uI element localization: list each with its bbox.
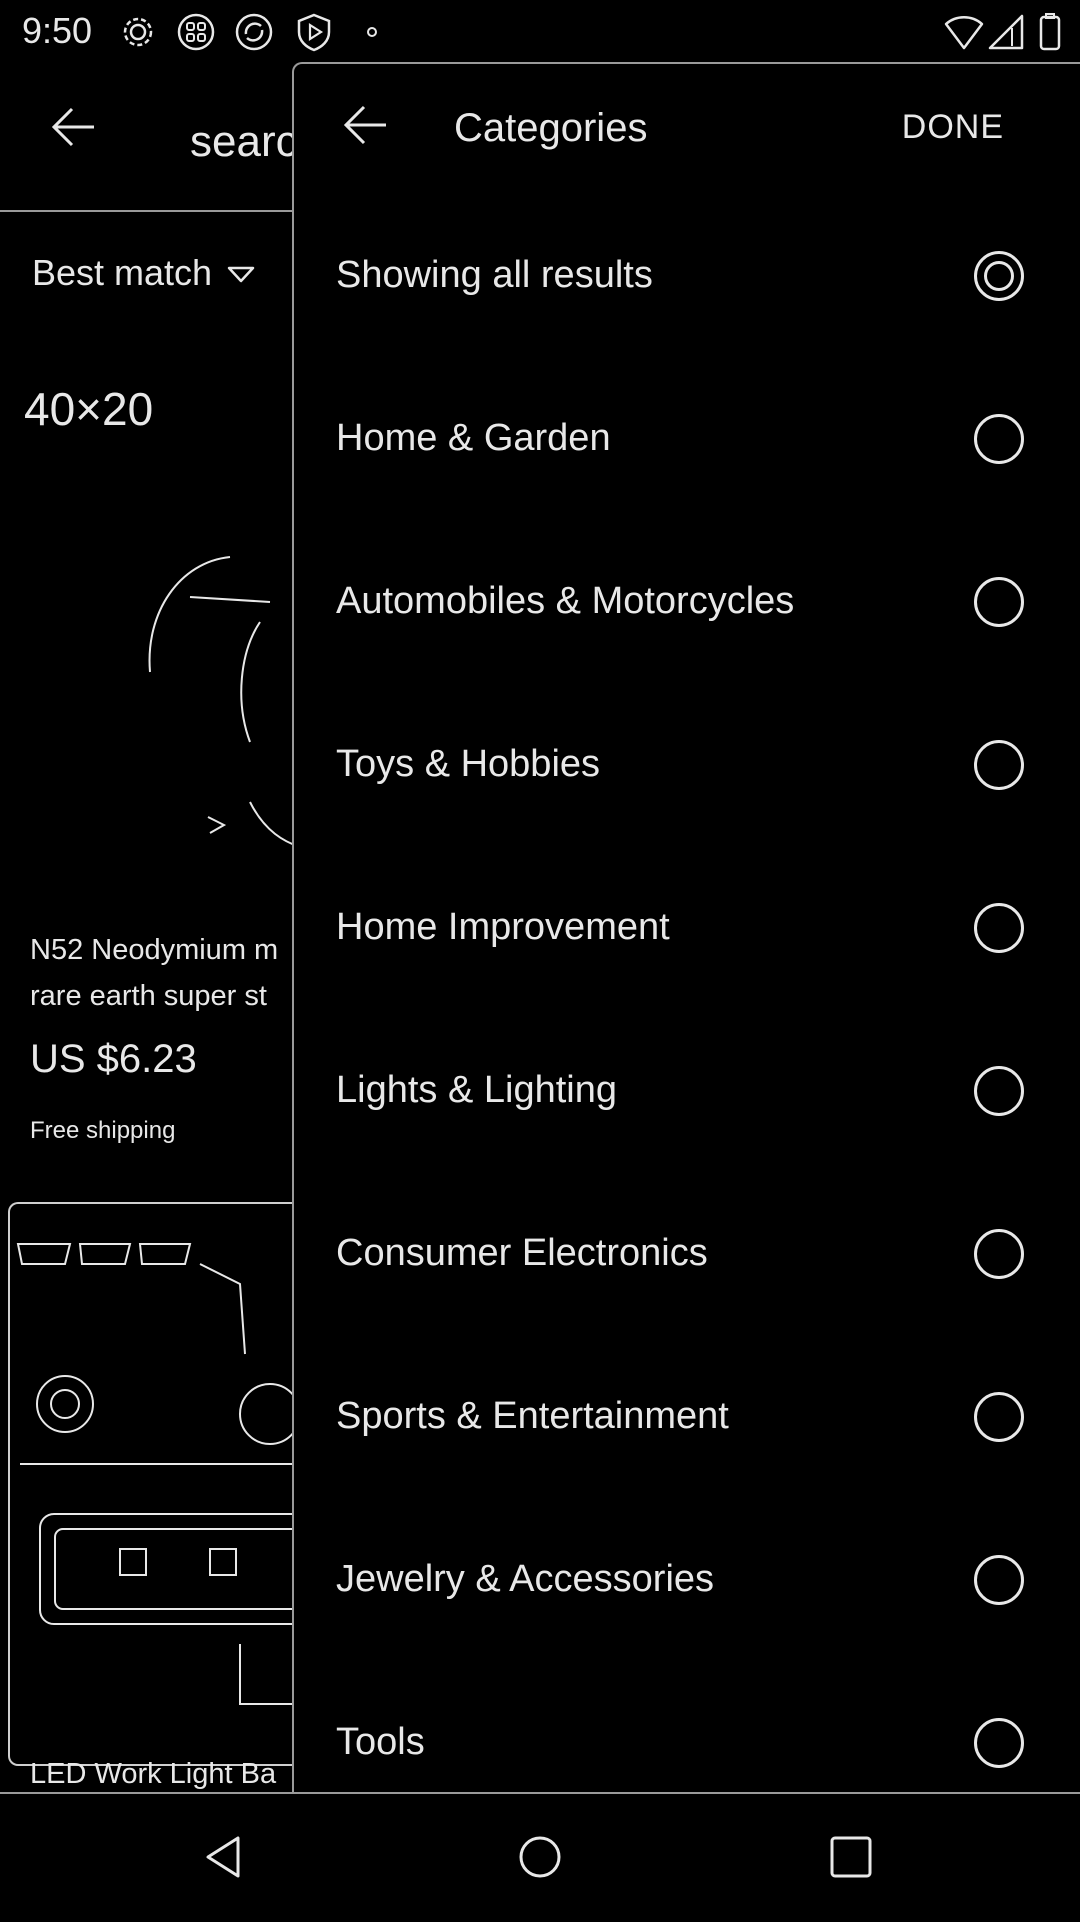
status-bar: 9:50 (0, 0, 1080, 62)
dot-icon (352, 12, 392, 52)
play-shield-icon (294, 12, 334, 52)
category-item[interactable]: Showing all results (294, 194, 1080, 357)
radio-button[interactable] (974, 739, 1024, 790)
category-label: Home & Garden (336, 417, 611, 459)
category-item[interactable]: Automobiles & Motorcycles (294, 520, 1080, 683)
radio-button[interactable] (974, 1065, 1024, 1116)
category-label: Consumer Electronics (336, 1232, 708, 1274)
product-title[interactable]: LED Work Light Ba (30, 1758, 276, 1791)
home-nav-icon[interactable] (515, 1832, 565, 1882)
radio-button[interactable] (974, 902, 1024, 953)
category-item[interactable]: Sports & Entertainment (294, 1335, 1080, 1498)
category-label: Sports & Entertainment (336, 1395, 729, 1437)
radio-button[interactable] (974, 1554, 1024, 1605)
drawer-header: Categories DONE (294, 64, 1080, 194)
category-item[interactable]: Lights & Lighting (294, 1009, 1080, 1172)
cell-signal-icon (986, 12, 1026, 52)
done-button[interactable]: DONE (902, 108, 1004, 147)
radio-button-selected[interactable] (974, 250, 1024, 301)
product-size-label: 40×20 (24, 383, 154, 435)
settings-icon (118, 12, 158, 52)
category-item[interactable]: Home Improvement (294, 846, 1080, 1009)
category-label: Jewelry & Accessories (336, 1558, 715, 1600)
shipping-label: Free shipping (30, 1117, 176, 1144)
sync-icon (234, 12, 274, 52)
header-divider (0, 210, 300, 212)
wifi-icon (944, 12, 984, 52)
category-label: Tools (336, 1721, 425, 1763)
categories-drawer: Categories DONE Showing all results Home… (292, 62, 1080, 1794)
category-label: Lights & Lighting (336, 1069, 617, 1111)
category-label: Home Improvement (336, 906, 670, 948)
status-time: 9:50 (22, 10, 93, 51)
category-item[interactable]: Tools (294, 1661, 1080, 1794)
radio-button[interactable] (974, 576, 1024, 627)
chevron-down-icon (226, 252, 256, 294)
category-label: Showing all results (336, 254, 653, 296)
battery-icon (1030, 12, 1070, 52)
back-arrow-icon[interactable] (48, 102, 98, 152)
category-list: Showing all results Home & Garden Automo… (294, 194, 1080, 1794)
sort-label: Best match (32, 252, 213, 293)
radio-button[interactable] (974, 1391, 1024, 1442)
radio-button[interactable] (974, 1717, 1024, 1768)
back-arrow-icon[interactable] (340, 100, 390, 150)
category-label: Automobiles & Motorcycles (336, 580, 795, 622)
category-item[interactable]: Toys & Hobbies (294, 683, 1080, 846)
radio-button[interactable] (974, 1228, 1024, 1279)
category-item[interactable]: Home & Garden (294, 357, 1080, 520)
system-nav-bar (0, 1792, 1080, 1922)
category-item[interactable]: Consumer Electronics (294, 1172, 1080, 1335)
product-price: US $6.23 (30, 1037, 197, 1081)
category-item[interactable]: Jewelry & Accessories (294, 1498, 1080, 1661)
product-image[interactable] (8, 1202, 331, 1766)
category-label: Toys & Hobbies (336, 743, 601, 785)
product-image[interactable] (140, 502, 301, 862)
sort-dropdown[interactable]: Best match (32, 252, 256, 294)
app-grid-icon (176, 12, 216, 52)
drawer-title: Categories (454, 106, 648, 150)
back-nav-icon[interactable] (200, 1832, 250, 1882)
radio-button[interactable] (974, 413, 1024, 464)
recents-nav-icon[interactable] (826, 1832, 876, 1882)
